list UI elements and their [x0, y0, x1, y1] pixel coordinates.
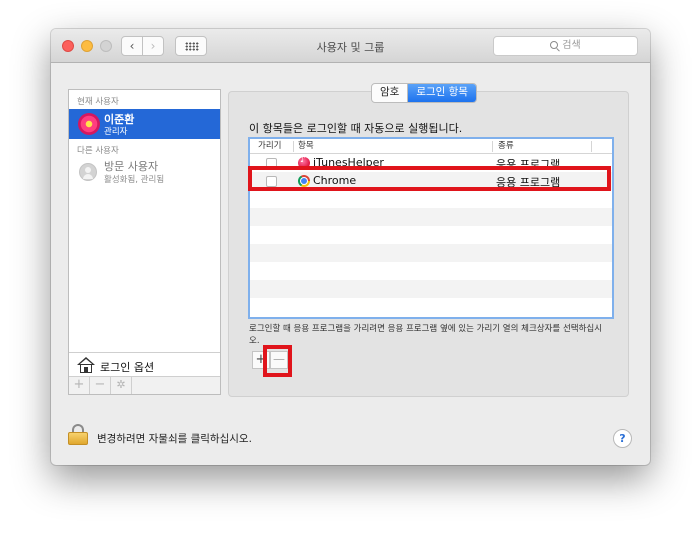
- tab-password[interactable]: 암호: [372, 84, 407, 102]
- empty-row: [250, 262, 612, 280]
- title-bar: ‹ › 사용자 및 그룹 검색: [51, 29, 650, 63]
- guest-user-name: 방문 사용자: [104, 160, 159, 173]
- column-kind[interactable]: 종류: [498, 139, 514, 153]
- gear-icon[interactable]: ✲: [111, 377, 132, 394]
- table-header: 가리기 항목 종류: [250, 139, 612, 154]
- empty-row: [250, 298, 612, 316]
- preferences-window: ‹ › 사용자 및 그룹 검색 현재 사용자 이준환 관리자 다른 사용자 방문…: [51, 29, 650, 465]
- empty-row: [250, 280, 612, 298]
- empty-row: [250, 226, 612, 244]
- highlight-box-remove-button: [263, 345, 292, 377]
- users-sidebar: 현재 사용자 이준환 관리자 다른 사용자 방문 사용자 활성화됨, 관리됨 로…: [68, 89, 221, 395]
- sidebar-item-current-user[interactable]: 이준환 관리자: [69, 109, 220, 139]
- login-items-instruction: 이 항목들은 로그인할 때 자동으로 실행됩니다.: [249, 122, 463, 135]
- highlight-box-chrome-row: [248, 166, 611, 191]
- other-users-header: 다른 사용자: [77, 146, 119, 156]
- login-items-table[interactable]: 가리기 항목 종류 iTunesHelper 응용 프로그램 Chrome 응용…: [248, 137, 614, 319]
- login-options-label: 로그인 옵션: [100, 361, 155, 374]
- search-placeholder: 검색: [562, 40, 581, 51]
- search-icon: [550, 41, 559, 49]
- guest-avatar-icon: [79, 163, 97, 181]
- current-user-header: 현재 사용자: [77, 97, 119, 107]
- house-icon: [77, 357, 95, 373]
- tab-bar: 암호 로그인 항목: [371, 83, 477, 103]
- login-options-item[interactable]: 로그인 옵션: [69, 352, 220, 376]
- hide-hint-text: 로그인할 때 응용 프로그램을 가리려면 응용 프로그램 옆에 있는 가리기 열…: [249, 324, 603, 346]
- help-button[interactable]: ?: [613, 429, 632, 448]
- current-user-role: 관리자: [104, 127, 128, 137]
- lock-message: 변경하려면 자물쇠를 클릭하십시오.: [97, 433, 252, 445]
- column-item[interactable]: 항목: [298, 139, 314, 153]
- empty-row: [250, 244, 612, 262]
- column-hide[interactable]: 가리기: [258, 139, 281, 153]
- add-user-button[interactable]: +: [69, 377, 90, 394]
- tab-login-items[interactable]: 로그인 항목: [407, 84, 476, 102]
- sidebar-toolbar: + − ✲: [69, 376, 220, 394]
- guest-user-status: 활성화됨, 관리됨: [104, 175, 165, 185]
- search-field[interactable]: 검색: [493, 36, 638, 56]
- empty-row: [250, 190, 612, 208]
- lock-icon[interactable]: [68, 424, 88, 445]
- empty-row: [250, 208, 612, 226]
- user-avatar-icon: [78, 113, 100, 135]
- remove-user-button[interactable]: −: [90, 377, 111, 394]
